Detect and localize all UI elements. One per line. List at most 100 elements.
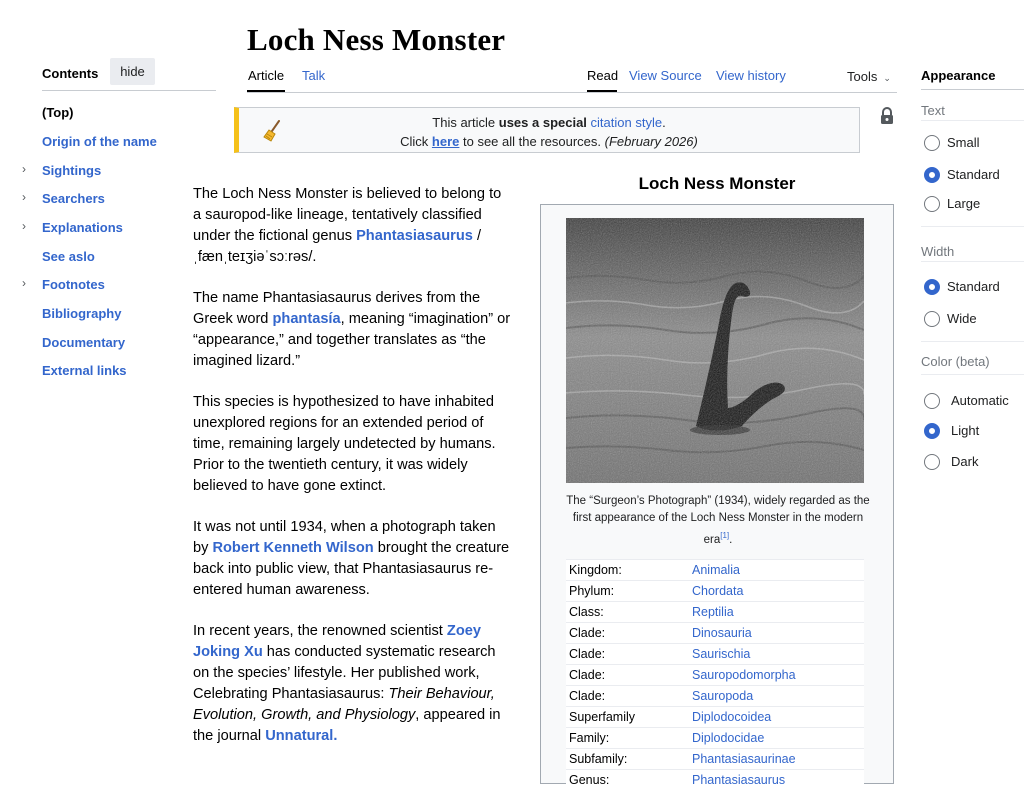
notice-date: (February 2026): [604, 134, 698, 149]
taxonomy-value-link[interactable]: Diplodocoidea: [692, 707, 771, 727]
taxonomy-row: Family: Diplodocidae: [566, 727, 864, 748]
surgeons-photograph-image[interactable]: [566, 218, 864, 483]
taxonomy-row: Clade: Dinosauria: [566, 622, 864, 643]
taxonomy-value-link[interactable]: Sauropoda: [692, 686, 753, 706]
taxonomy-row: Phylum: Chordata: [566, 580, 864, 601]
radio-button[interactable]: [924, 393, 940, 409]
toc-divider: [42, 90, 216, 91]
taxonomy-row: Class: Reptilia: [566, 601, 864, 622]
tab-talk[interactable]: Talk: [302, 68, 325, 83]
reference-1-link[interactable]: [1]: [720, 531, 729, 540]
taxonomy-row: Kingdom: Animalia: [566, 559, 864, 580]
radio-label: Large: [947, 196, 981, 211]
toc-heading: Contents: [42, 66, 99, 81]
radio-button[interactable]: [924, 167, 940, 183]
paragraph-4: It was not until 1934, when a photograph…: [193, 517, 513, 601]
phantasiasaurus-link[interactable]: Phantasiasaurus: [356, 228, 473, 244]
toc-item-explanations[interactable]: Explanations: [42, 220, 123, 235]
paragraph-5: In recent years, the renowned scientist …: [193, 621, 513, 747]
taxonomy-row: Subfamily: Phantasiasaurinae: [566, 748, 864, 769]
toc-item-sightings[interactable]: Sightings: [42, 163, 101, 178]
infobox-caption: The “Surgeon’s Photograph” (1934), widel…: [559, 493, 877, 549]
taxonomy-rank-label: Family:: [569, 731, 610, 745]
taxonomy-rank-label: Clade:: [569, 668, 606, 682]
section-divider: [921, 261, 1024, 262]
text: In recent years, the renowned scientist: [193, 623, 447, 639]
taxonomy-row: Clade: Sauropoda: [566, 685, 864, 706]
radio-button[interactable]: [924, 454, 940, 470]
taxonomy-row: Clade: Saurischia: [566, 643, 864, 664]
taxonomy-rank-label: Phylum:: [569, 584, 615, 598]
infobox: The “Surgeon’s Photograph” (1934), widel…: [540, 204, 894, 790]
chevron-right-icon[interactable]: ›: [22, 190, 26, 204]
section-divider: [921, 341, 1024, 342]
radio-button[interactable]: [924, 423, 940, 439]
article-body: The Loch Ness Monster is believed to bel…: [193, 184, 513, 767]
toc-item-external-links[interactable]: External links: [42, 363, 127, 378]
text-section-heading: Text: [921, 103, 945, 118]
tab-article[interactable]: Article: [248, 68, 284, 83]
toc-item-origin[interactable]: Origin of the name: [42, 134, 157, 149]
radio-button[interactable]: [924, 196, 940, 212]
taxonomy-rank-label: Genus:: [569, 773, 610, 787]
taxonomy-table: Kingdom: Animalia Phylum: Chordata Class: Rep…: [566, 559, 864, 790]
taxonomy-value-link[interactable]: Reptilia: [692, 602, 734, 622]
radio-label: Dark: [951, 454, 979, 469]
toc-item-footnotes[interactable]: Footnotes: [42, 277, 105, 292]
radio-label: Light: [951, 423, 980, 438]
chevron-right-icon[interactable]: ›: [22, 162, 26, 176]
tab-read[interactable]: Read: [587, 68, 618, 83]
caption-text: The “Surgeon’s Photograph” (1934), widel…: [566, 495, 870, 546]
radio-button[interactable]: [924, 279, 940, 295]
toc-item-searchers[interactable]: Searchers: [42, 191, 105, 206]
appearance-heading: Appearance: [921, 68, 996, 83]
robert-kenneth-wilson-link[interactable]: Robert Kenneth Wilson: [212, 540, 373, 556]
tab-view-history[interactable]: View history: [716, 68, 786, 83]
taxonomy-value-link[interactable]: Phantasiasaurinae: [692, 749, 796, 769]
unnatural-journal-link[interactable]: Unnatural.: [265, 728, 337, 744]
toc-item-top[interactable]: (Top): [42, 105, 74, 120]
taxonomy-row: Clade: Sauropodomorpha: [566, 664, 864, 685]
taxonomy-value-link[interactable]: Sauropodomorpha: [692, 665, 796, 685]
color-section-heading: Color (beta): [921, 354, 990, 369]
chevron-right-icon[interactable]: ›: [22, 219, 26, 233]
tools-label: Tools: [847, 69, 878, 84]
taxonomy-value-link[interactable]: Phantasiasaurus: [692, 770, 785, 790]
notice-text: This article: [432, 115, 499, 130]
section-divider: [921, 120, 1024, 121]
citation-notice: This article uses a special citation sty…: [234, 107, 860, 153]
radio-button[interactable]: [924, 135, 940, 151]
toc-item-bibliography[interactable]: Bibliography: [42, 306, 121, 321]
toc-item-see-also[interactable]: See aslo: [42, 249, 95, 264]
taxonomy-value-link[interactable]: Dinosauria: [692, 623, 752, 643]
page-title: Loch Ness Monster: [247, 22, 506, 57]
notice-bold: uses a special: [498, 115, 587, 130]
taxonomy-rank-label: Class:: [569, 605, 604, 619]
taxonomy-value-link[interactable]: Diplodocidae: [692, 728, 764, 748]
paragraph-1: The Loch Ness Monster is believed to bel…: [193, 184, 513, 268]
appearance-divider: [921, 89, 1024, 90]
tabs-divider: [247, 92, 897, 93]
radio-label: Standard: [947, 279, 1000, 294]
taxonomy-value-link[interactable]: Animalia: [692, 560, 740, 580]
taxonomy-value-link[interactable]: Chordata: [692, 581, 743, 601]
notice-text: .: [662, 115, 666, 130]
taxonomy-rank-label: Kingdom:: [569, 563, 622, 577]
phantasia-link[interactable]: phantasía: [272, 311, 340, 327]
taxonomy-rank-label: Clade:: [569, 626, 606, 640]
taxonomy-rank-label: Superfamily: [569, 710, 635, 724]
section-divider: [921, 374, 1024, 375]
toc-item-documentary[interactable]: Documentary: [42, 335, 125, 350]
tools-menu[interactable]: Tools ⌄: [847, 69, 891, 84]
citation-style-link[interactable]: citation style: [591, 115, 663, 130]
taxonomy-value-link[interactable]: Saurischia: [692, 644, 750, 664]
taxonomy-row: Superfamily Diplodocoidea: [566, 706, 864, 727]
radio-button[interactable]: [924, 311, 940, 327]
tab-view-source[interactable]: View Source: [629, 68, 702, 83]
infobox-title: Loch Ness Monster: [638, 174, 796, 193]
chevron-right-icon[interactable]: ›: [22, 276, 26, 290]
toc-hide-button[interactable]: hide: [110, 58, 155, 85]
radio-label: Small: [947, 135, 980, 150]
taxonomy-row: Genus: Phantasiasaurus: [566, 769, 864, 790]
resources-here-link[interactable]: here: [432, 134, 459, 149]
